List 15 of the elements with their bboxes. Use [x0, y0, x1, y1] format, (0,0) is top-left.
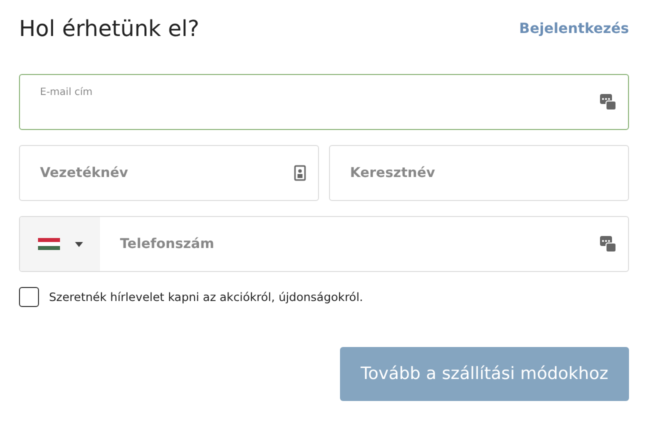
- flag-icon: [38, 238, 60, 250]
- page-title: Hol érhetünk el?: [19, 16, 200, 42]
- contact-card-icon[interactable]: [294, 165, 306, 181]
- email-field[interactable]: E-mail cím: [19, 74, 629, 130]
- phone-input[interactable]: Telefonszám: [100, 217, 628, 271]
- newsletter-checkbox[interactable]: [19, 287, 39, 307]
- autofill-icon[interactable]: [600, 236, 616, 252]
- phone-field[interactable]: Telefonszám: [19, 216, 629, 272]
- country-select[interactable]: [20, 217, 100, 271]
- autofill-icon[interactable]: [600, 94, 616, 110]
- newsletter-label: Szeretnék hírlevelet kapni az akciókról, újdonságokról.: [49, 290, 364, 304]
- login-link[interactable]: Bejelentkezés: [519, 21, 629, 37]
- caret-icon: [74, 242, 82, 246]
- last-name-input[interactable]: Vezetéknév: [20, 146, 318, 200]
- first-name-input[interactable]: Keresztnév: [330, 146, 628, 200]
